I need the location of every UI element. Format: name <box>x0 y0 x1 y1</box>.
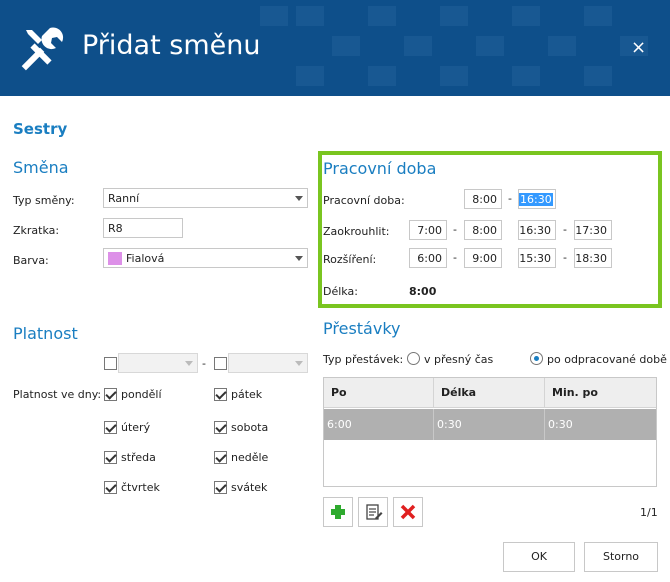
edit-button[interactable] <box>358 497 388 527</box>
day-label: pondělí <box>121 388 162 401</box>
zkratka-input[interactable]: R8 <box>103 218 183 238</box>
barva-label: Barva: <box>13 254 49 267</box>
chevron-down-icon <box>295 361 303 366</box>
platnost-to-checkbox[interactable] <box>214 357 227 370</box>
dash: - <box>508 192 512 205</box>
barva-select[interactable]: Fialová <box>103 248 308 268</box>
dash: - <box>563 223 567 236</box>
plus-icon <box>331 505 345 519</box>
dash: - <box>202 357 206 370</box>
zaokrouhlit-label: Zaokrouhlit: <box>323 225 390 238</box>
day-label: čtvrtek <box>121 481 160 494</box>
delete-icon <box>400 504 416 520</box>
dash: - <box>453 251 457 264</box>
platnost-from-select[interactable] <box>118 353 198 373</box>
radio-po-odpracovane-dobe[interactable] <box>530 352 543 365</box>
section-title-prestavky: Přestávky <box>323 319 401 338</box>
ok-button[interactable]: OK <box>503 542 575 572</box>
platnost-to-select[interactable] <box>228 353 308 373</box>
zaokrouhlit-input-1[interactable]: 7:00 <box>409 220 447 240</box>
doba-from-input[interactable]: 8:00 <box>464 189 502 209</box>
day-label: středa <box>121 451 156 464</box>
day-label: úterý <box>121 421 151 434</box>
day-checkbox-pondeli[interactable] <box>104 388 117 401</box>
cell-po: 6:00 <box>324 409 434 440</box>
dash: - <box>453 223 457 236</box>
radio-presny-cas-label: v přesný čas <box>424 353 494 366</box>
typ-smeny-select[interactable]: Ranní <box>103 188 308 208</box>
rozsireni-label: Rozšíření: <box>323 253 377 266</box>
typ-smeny-label: Typ směny: <box>13 194 75 207</box>
day-checkbox-nedele[interactable] <box>214 451 227 464</box>
rozsireni-input-3[interactable]: 15:30 <box>518 248 556 268</box>
day-checkbox-svatek[interactable] <box>214 481 227 494</box>
zkratka-label: Zkratka: <box>13 224 60 237</box>
group-title: Sestry <box>13 120 68 138</box>
section-title-pracovni-doba: Pracovní doba <box>323 159 437 178</box>
pager-label: 1/1 <box>640 506 658 519</box>
radio-presny-cas[interactable] <box>407 352 420 365</box>
day-checkbox-ctvrtek[interactable] <box>104 481 117 494</box>
doba-to-value: 16:30 <box>519 193 553 206</box>
cancel-button[interactable]: Storno <box>584 542 658 572</box>
close-icon[interactable]: × <box>631 38 646 58</box>
dash: - <box>563 251 567 264</box>
day-checkbox-sobota[interactable] <box>214 421 227 434</box>
prestavky-table: Po Délka Min. po 6:00 0:30 0:30 <box>323 377 657 487</box>
day-label: pátek <box>231 388 263 401</box>
color-swatch <box>108 252 122 265</box>
barva-value: Fialová <box>126 252 165 265</box>
day-checkbox-utery[interactable] <box>104 421 117 434</box>
zaokrouhlit-input-2[interactable]: 8:00 <box>464 220 502 240</box>
zaokrouhlit-input-4[interactable]: 17:30 <box>574 220 612 240</box>
day-label: sobota <box>231 421 269 434</box>
section-title-platnost: Platnost <box>13 324 78 343</box>
section-title-smena: Směna <box>13 158 69 177</box>
day-checkbox-patek[interactable] <box>214 388 227 401</box>
cell-delka: 0:30 <box>434 409 545 440</box>
tools-icon <box>21 27 64 71</box>
rozsireni-input-4[interactable]: 18:30 <box>574 248 612 268</box>
dialog-title: Přidat směnu <box>82 30 261 61</box>
table-row[interactable]: 6:00 0:30 0:30 <box>324 409 656 440</box>
day-checkbox-streda[interactable] <box>104 451 117 464</box>
radio-po-odpracovane-dobe-label: po odpracované době <box>547 353 667 366</box>
dialog-body: Sestry Směna Typ směny: Ranní Zkratka: R… <box>4 96 667 580</box>
cell-min-po: 0:30 <box>548 418 573 431</box>
column-header-delka[interactable]: Délka <box>434 378 545 408</box>
edit-icon <box>366 504 383 520</box>
delka-value: 8:00 <box>409 285 437 298</box>
column-header-po[interactable]: Po <box>324 378 434 408</box>
delete-button[interactable] <box>393 497 423 527</box>
typ-smeny-value: Ranní <box>108 192 140 205</box>
rozsireni-input-1[interactable]: 6:00 <box>409 248 447 268</box>
rozsireni-input-2[interactable]: 9:00 <box>464 248 502 268</box>
day-label: svátek <box>231 481 268 494</box>
dialog-header: Přidat směnu × <box>0 0 670 96</box>
header-pattern <box>260 6 648 86</box>
day-label: neděle <box>231 451 269 464</box>
platnost-from-checkbox[interactable] <box>104 357 117 370</box>
delka-label: Délka: <box>323 285 358 298</box>
doba-to-input[interactable]: 16:30 <box>518 189 556 209</box>
column-header-min-po[interactable]: Min. po <box>545 378 656 408</box>
chevron-down-icon <box>295 256 303 261</box>
zaokrouhlit-input-3[interactable]: 16:30 <box>518 220 556 240</box>
chevron-down-icon <box>295 196 303 201</box>
add-button[interactable] <box>323 497 353 527</box>
table-header: Po Délka Min. po <box>324 378 656 408</box>
platnost-ve-dny-label: Platnost ve dny: <box>13 388 102 401</box>
typ-prestavek-label: Typ přestávek: <box>323 353 404 366</box>
pracovni-doba-label: Pracovní doba: <box>323 194 405 207</box>
chevron-down-icon <box>185 361 193 366</box>
